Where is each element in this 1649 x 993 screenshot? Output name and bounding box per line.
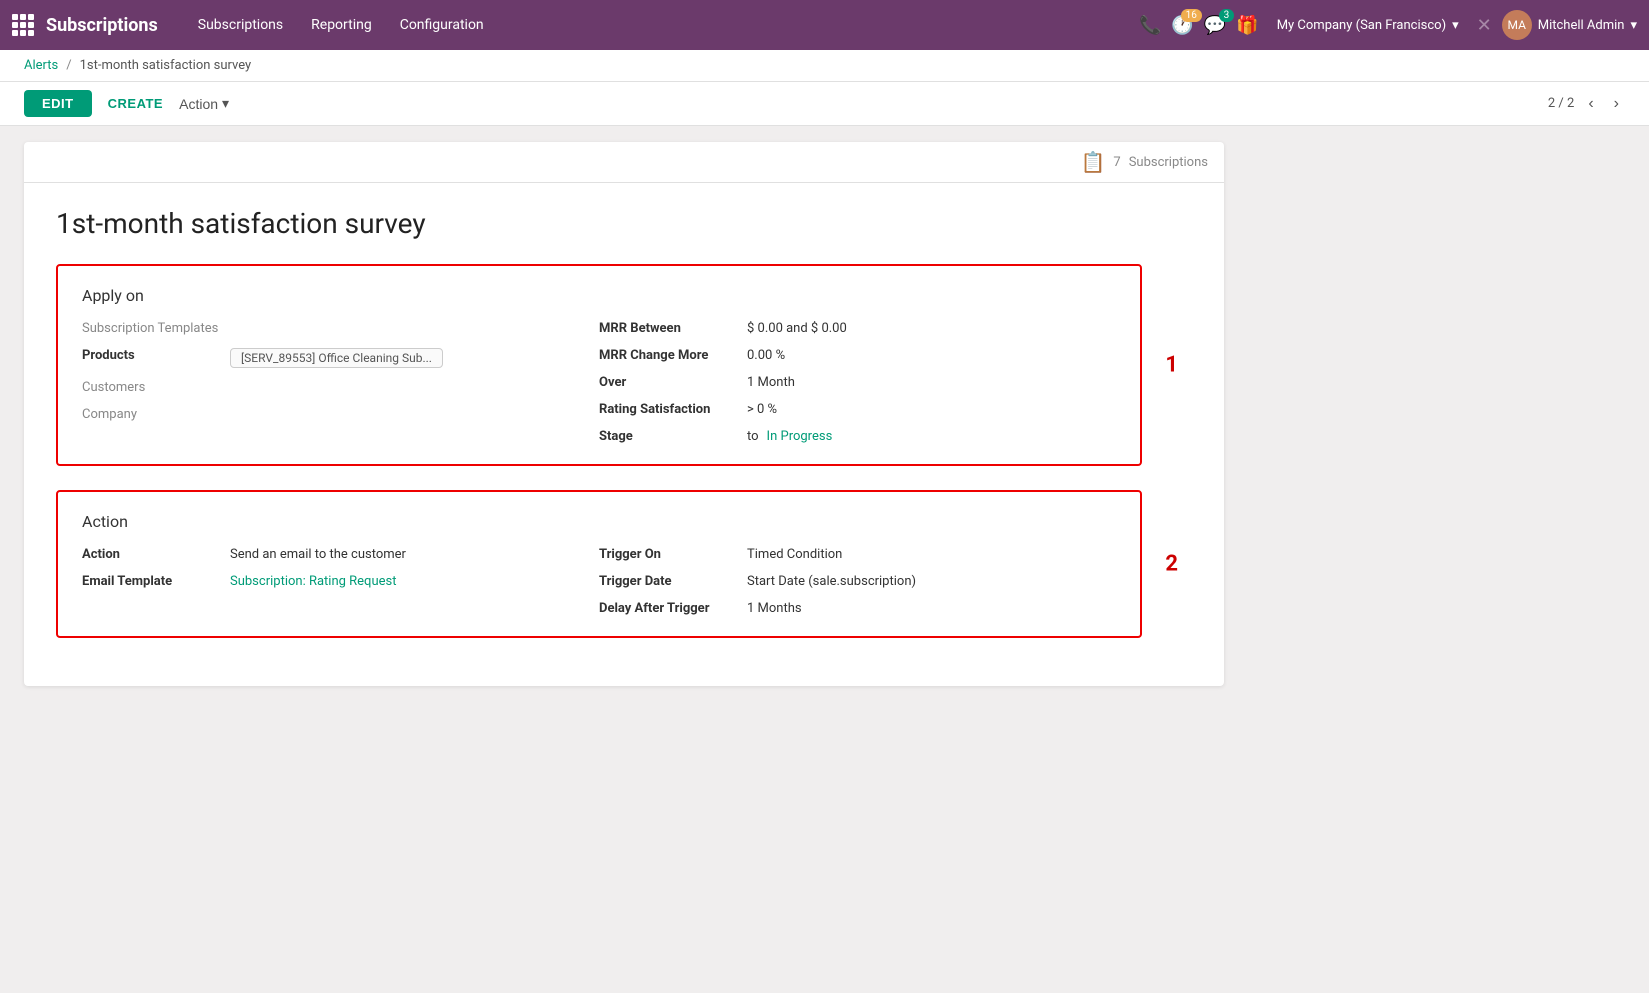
subscriptions-number: 7: [1113, 155, 1120, 170]
apps-icon[interactable]: [12, 14, 34, 36]
field-value-stage-link[interactable]: In Progress: [767, 429, 833, 444]
field-value-trigger-on: Timed Condition: [747, 547, 842, 562]
apply-on-section: Apply on Subscription Templates Products…: [56, 264, 1142, 466]
field-label-stage: Stage: [599, 429, 739, 444]
action-right-fields: Trigger On Timed Condition Trigger Date …: [599, 547, 1116, 616]
field-stage: Stage to In Progress: [599, 429, 1116, 444]
pagination-next[interactable]: ›: [1608, 93, 1625, 115]
field-customers: Customers: [82, 380, 599, 395]
field-trigger-date: Trigger Date Start Date (sale.subscripti…: [599, 574, 1116, 589]
field-email-template: Email Template Subscription: Rating Requ…: [82, 574, 599, 589]
field-value-trigger-date: Start Date (sale.subscription): [747, 574, 916, 589]
field-label-rating: Rating Satisfaction: [599, 402, 739, 417]
breadcrumb-separator: /: [66, 58, 71, 73]
avatar: MA: [1502, 10, 1532, 40]
navbar-separator: ✕: [1477, 15, 1492, 36]
field-label-trigger-on: Trigger On: [599, 547, 739, 562]
record-body: 1st-month satisfaction survey Apply on S…: [24, 183, 1224, 686]
edit-button[interactable]: EDIT: [24, 90, 92, 117]
field-label-company: Company: [82, 407, 222, 422]
create-button[interactable]: CREATE: [108, 96, 163, 111]
field-value-stage-prefix: to: [747, 429, 759, 444]
company-name: My Company (San Francisco): [1277, 18, 1446, 33]
pagination: 2 / 2 ‹ ›: [1548, 93, 1625, 115]
nav-reporting[interactable]: Reporting: [299, 11, 384, 39]
field-label-email-template: Email Template: [82, 574, 222, 589]
field-action: Action Send an email to the customer: [82, 547, 599, 562]
chat-icon[interactable]: 💬 3: [1204, 15, 1226, 36]
field-value-email-template[interactable]: Subscription: Rating Request: [230, 574, 396, 589]
pagination-prev[interactable]: ‹: [1582, 93, 1599, 115]
user-menu[interactable]: MA Mitchell Admin ▾: [1502, 10, 1637, 40]
apply-on-grid: Subscription Templates Products [SERV_89…: [82, 321, 1116, 444]
breadcrumb-current: 1st-month satisfaction survey: [80, 58, 252, 73]
pagination-info: 2 / 2: [1548, 96, 1574, 111]
field-mrr-between: MRR Between $ 0.00 and $ 0.00: [599, 321, 1116, 336]
field-delay-after-trigger: Delay After Trigger 1 Months: [599, 601, 1116, 616]
field-subscription-templates: Subscription Templates: [82, 321, 599, 336]
field-value-rating: > 0 %: [747, 402, 777, 417]
breadcrumb-parent[interactable]: Alerts: [24, 58, 58, 73]
breadcrumb: Alerts / 1st-month satisfaction survey: [0, 50, 1649, 82]
field-over: Over 1 Month: [599, 375, 1116, 390]
field-company: Company: [82, 407, 599, 422]
record-title: 1st-month satisfaction survey: [56, 207, 1192, 240]
section-2-number: 2: [1165, 552, 1178, 577]
gift-icon[interactable]: 🎁: [1236, 15, 1258, 36]
field-value-products[interactable]: [SERV_89553] Office Cleaning Sub...: [230, 348, 443, 368]
action-section: Action Action Send an email to the custo…: [56, 490, 1142, 638]
action-grid: Action Send an email to the customer Ema…: [82, 547, 1116, 616]
nav-subscriptions[interactable]: Subscriptions: [186, 11, 295, 39]
field-label-over: Over: [599, 375, 739, 390]
navbar: Subscriptions Subscriptions Reporting Co…: [0, 0, 1649, 50]
field-label-trigger-date: Trigger Date: [599, 574, 739, 589]
chat-badge: 3: [1219, 9, 1235, 22]
apply-on-title: Apply on: [82, 286, 1116, 305]
action-left-fields: Action Send an email to the customer Ema…: [82, 547, 599, 616]
subscriptions-label: Subscriptions: [1129, 155, 1208, 170]
field-label-products: Products: [82, 348, 222, 363]
user-chevron-icon: ▾: [1630, 18, 1637, 33]
field-value-mrr-between: $ 0.00 and $ 0.00: [747, 321, 847, 336]
action-label: Action: [179, 96, 218, 112]
toolbar: EDIT CREATE Action ▾ 2 / 2 ‹ ›: [0, 82, 1649, 126]
field-mrr-change: MRR Change More 0.00 %: [599, 348, 1116, 363]
field-label-delay: Delay After Trigger: [599, 601, 739, 616]
nav-configuration[interactable]: Configuration: [388, 11, 496, 39]
action-chevron-icon: ▾: [222, 95, 229, 112]
user-name: Mitchell Admin: [1538, 18, 1625, 33]
field-label-action: Action: [82, 547, 222, 562]
field-trigger-on: Trigger On Timed Condition: [599, 547, 1116, 562]
field-value-delay: 1 Months: [747, 601, 802, 616]
action-button[interactable]: Action ▾: [179, 95, 229, 112]
clock-icon[interactable]: 🕐 16: [1171, 15, 1193, 36]
field-label-mrr-change: MRR Change More: [599, 348, 739, 363]
field-rating-satisfaction: Rating Satisfaction > 0 %: [599, 402, 1116, 417]
field-label-customers: Customers: [82, 380, 222, 395]
field-label-mrr-between: MRR Between: [599, 321, 739, 336]
company-selector[interactable]: My Company (San Francisco) ▾: [1269, 14, 1467, 37]
subscriptions-count[interactable]: 📋 7 Subscriptions: [1080, 150, 1208, 174]
main-nav: Subscriptions Reporting Configuration: [186, 11, 1127, 39]
field-value-mrr-change: 0.00 %: [747, 348, 785, 363]
field-value-action: Send an email to the customer: [230, 547, 406, 562]
record-top-bar: 📋 7 Subscriptions: [24, 142, 1224, 183]
record-card: 📋 7 Subscriptions 1st-month satisfaction…: [24, 142, 1224, 686]
main-content: 📋 7 Subscriptions 1st-month satisfaction…: [0, 126, 1649, 989]
field-label-subscription-templates: Subscription Templates: [82, 321, 222, 336]
navbar-icons: 📞 🕐 16 💬 3 🎁 My Company (San Francisco) …: [1139, 10, 1637, 40]
company-chevron-icon: ▾: [1452, 18, 1459, 33]
clock-badge: 16: [1181, 9, 1202, 22]
field-value-over: 1 Month: [747, 375, 795, 390]
apply-on-right-fields: MRR Between $ 0.00 and $ 0.00 MRR Change…: [599, 321, 1116, 444]
action-section-title: Action: [82, 512, 1116, 531]
section-1-number: 1: [1165, 353, 1178, 378]
brand-title: Subscriptions: [46, 15, 158, 36]
subscriptions-icon: 📋: [1080, 150, 1105, 174]
apply-on-left-fields: Subscription Templates Products [SERV_89…: [82, 321, 599, 444]
field-products: Products [SERV_89553] Office Cleaning Su…: [82, 348, 599, 368]
phone-icon[interactable]: 📞: [1139, 15, 1161, 36]
